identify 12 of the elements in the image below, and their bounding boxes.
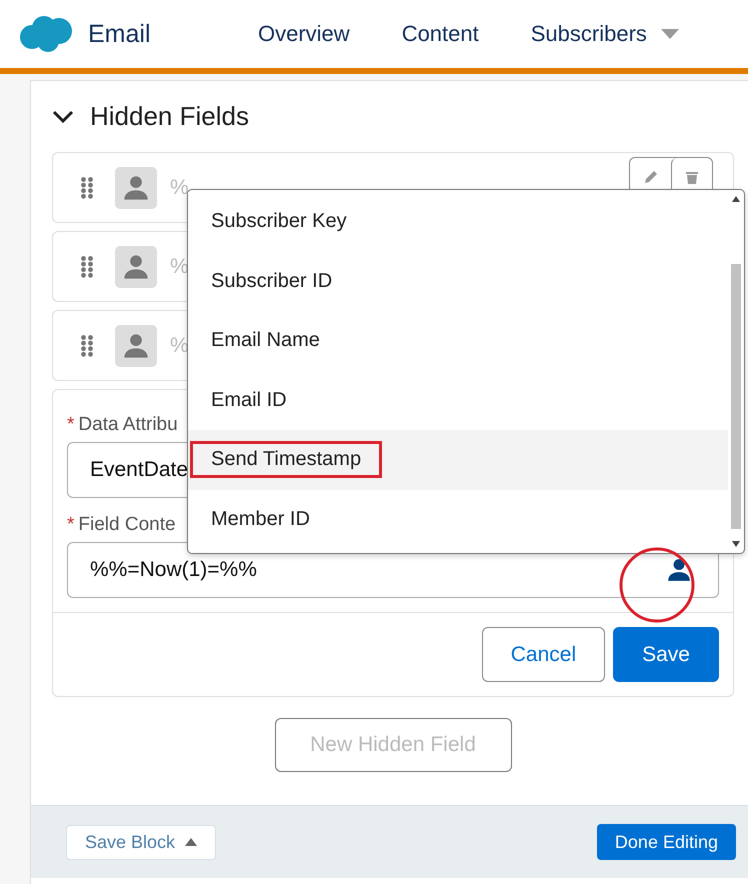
required-mark: * [67,514,74,536]
section-title: Hidden Fields [90,101,249,132]
app-name: Email [88,20,152,48]
menu-item-label: Email Name [210,328,321,354]
menu-item-label: Member ID [210,506,311,532]
menu-item-label: Subscriber ID [210,268,334,294]
required-mark: * [67,414,74,436]
menu-item-label: Email ID [210,388,288,413]
field-label: Data Attribu [78,414,178,436]
field-value: % [170,176,189,200]
field-label: Field Conte [78,514,176,536]
menu-item-label: Send Timestamp [190,441,382,478]
